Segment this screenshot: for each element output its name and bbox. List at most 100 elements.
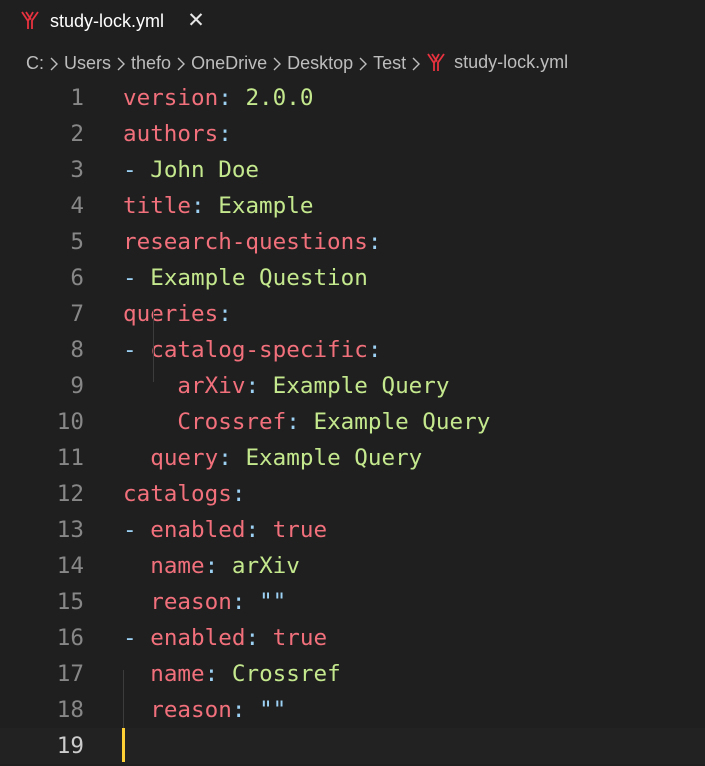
code-token: : <box>191 193 219 219</box>
chevron-right-icon <box>44 53 64 74</box>
code-line[interactable]: 5 research-questions: <box>0 224 705 260</box>
code-token: arXiv <box>231 553 300 579</box>
breadcrumb-item-file[interactable]: study-lock.yml <box>426 52 568 74</box>
line-number: 14 <box>56 553 84 579</box>
chevron-right-icon <box>111 53 131 74</box>
breadcrumb: C: Users thefo OneDrive Desktop Test stu… <box>26 50 568 76</box>
line-number: 5 <box>70 229 84 255</box>
line-code: version: 2.0.0 <box>123 80 313 116</box>
code-editor[interactable]: 19 18 reason: "" 17 name: Crossref 16- enab… <box>0 80 705 766</box>
yaml-file-icon <box>427 53 445 72</box>
code-token: true <box>272 517 328 543</box>
code-token: : <box>245 373 273 399</box>
code-token: reason <box>150 589 232 615</box>
indent-guide <box>153 310 154 382</box>
code-line[interactable]: 9 arXiv: Example Query <box>0 368 705 404</box>
line-number: 2 <box>70 121 84 147</box>
text-cursor <box>122 728 125 762</box>
close-icon[interactable]: ✕ <box>186 9 206 33</box>
code-token: : <box>245 517 273 543</box>
code-token: research-questions <box>123 229 368 255</box>
code-token: enabled <box>150 625 246 651</box>
line-code: queries: <box>123 296 232 332</box>
line-code: Crossref: Example Query <box>123 404 490 440</box>
code-line[interactable]: 19 <box>0 728 705 764</box>
code-token: : <box>231 589 260 615</box>
code-token: - <box>123 265 151 291</box>
line-code: authors: <box>123 116 232 152</box>
code-token: : <box>204 661 232 687</box>
code-token: : <box>218 85 246 111</box>
line-number: 18 <box>56 697 84 723</box>
code-line[interactable]: 14 name: arXiv <box>0 548 705 584</box>
code-token: Example <box>218 193 314 219</box>
code-token: - <box>123 337 151 363</box>
code-line[interactable]: 7 queries: <box>0 296 705 332</box>
code-line[interactable]: 17 name: Crossref <box>0 656 705 692</box>
code-line[interactable]: 13 - enabled: true <box>0 512 705 548</box>
tab-label: study-lock.yml <box>50 11 165 31</box>
code-line[interactable]: 11 query: Example Query <box>0 440 705 476</box>
code-token: queries <box>123 301 219 327</box>
code-token: title <box>123 193 192 219</box>
code-token: Example Query <box>272 373 450 399</box>
line-number: 15 <box>56 589 84 615</box>
code-line[interactable]: 12 catalogs: <box>0 476 705 512</box>
breadcrumb-item-test[interactable]: Test <box>373 53 406 74</box>
breadcrumb-item-drive[interactable]: C: <box>26 53 44 74</box>
code-token: "" <box>259 589 287 615</box>
code-line[interactable]: 15 reason: "" <box>0 584 705 620</box>
line-number: 1 <box>70 85 84 111</box>
code-token: - <box>123 517 151 543</box>
chevron-right-icon <box>267 53 287 74</box>
breadcrumb-item-thefo[interactable]: thefo <box>131 53 171 74</box>
code-token: : <box>218 121 232 147</box>
tab-study-lock[interactable]: study-lock.yml ✕ <box>0 0 222 42</box>
code-token: - <box>123 157 151 183</box>
breadcrumb-item-onedrive[interactable]: OneDrive <box>191 53 267 74</box>
code-line[interactable]: 1 version: 2.0.0 <box>0 80 705 116</box>
breadcrumb-file-label: study-lock.yml <box>454 51 569 72</box>
code-line[interactable]: 6 - Example Question <box>0 260 705 296</box>
breadcrumb-item-desktop[interactable]: Desktop <box>287 53 353 74</box>
code-token: : <box>245 625 273 651</box>
code-token: version <box>123 85 219 111</box>
code-token: : <box>231 481 246 507</box>
breadcrumb-item-users[interactable]: Users <box>64 53 111 74</box>
code-line[interactable]: 4 title: Example <box>0 188 705 224</box>
line-code: query: Example Query <box>123 440 422 476</box>
code-line[interactable]: 16 - enabled: true <box>0 620 705 656</box>
code-line[interactable]: 2 authors: <box>0 116 705 152</box>
line-number: 8 <box>70 337 84 363</box>
code-token: : <box>218 445 246 471</box>
line-code: reason: "" <box>123 692 286 728</box>
line-code: name: Crossref <box>123 656 340 692</box>
code-line[interactable]: 8 - catalog-specific: <box>0 332 705 368</box>
line-number: 6 <box>70 265 84 291</box>
code-token: true <box>272 625 328 651</box>
code-line[interactable]: 18 reason: "" <box>0 692 705 728</box>
code-line[interactable]: 3 - John Doe <box>0 152 705 188</box>
chevron-right-icon <box>406 53 426 74</box>
code-token: : <box>286 409 314 435</box>
code-token: enabled <box>150 517 246 543</box>
code-line[interactable]: 10 Crossref: Example Query <box>0 404 705 440</box>
code-token: arXiv <box>177 373 246 399</box>
line-number: 13 <box>56 517 84 543</box>
code-token: "" <box>259 697 287 723</box>
line-number: 16 <box>56 625 84 651</box>
line-code: - enabled: true <box>123 620 327 656</box>
line-number: 11 <box>56 445 84 471</box>
code-token: 2.0.0 <box>245 85 314 111</box>
line-code: - enabled: true <box>123 512 327 548</box>
code-token: : <box>367 337 382 363</box>
line-number: 7 <box>70 301 84 327</box>
chevron-right-icon <box>171 53 191 74</box>
code-token: John Doe <box>150 157 260 183</box>
code-token: query <box>150 445 219 471</box>
tab-bar: study-lock.yml ✕ <box>0 0 705 42</box>
line-number: 4 <box>70 193 84 219</box>
